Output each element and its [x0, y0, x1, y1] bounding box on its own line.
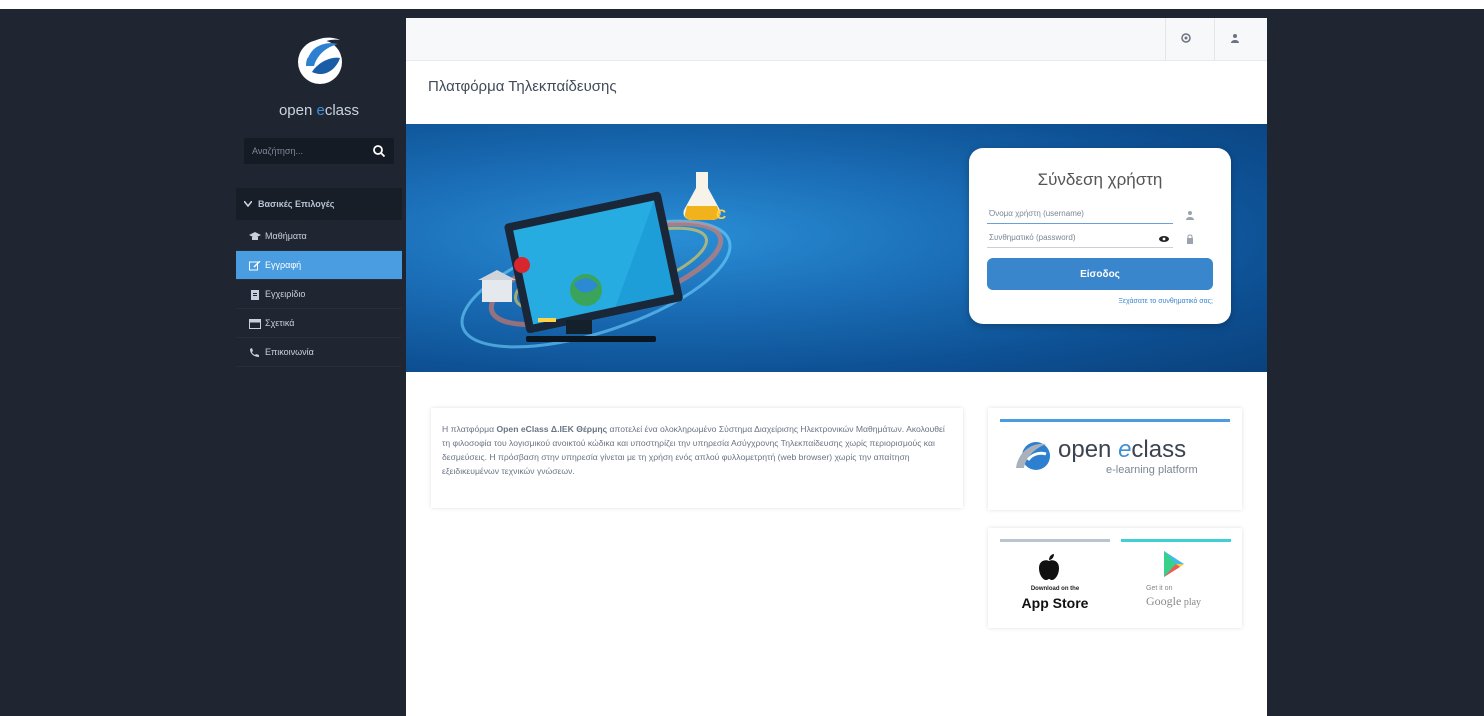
- sidebar: open eclass Βασικές Επιλογές Μαθήματα Εγ…: [236, 18, 402, 708]
- menu-section-title: Βασικές Επιλογές: [258, 199, 335, 209]
- phone-icon: [250, 347, 259, 357]
- google-play-text: Google play: [1146, 594, 1202, 608]
- sidebar-item-contact[interactable]: Επικοινωνία: [236, 338, 402, 367]
- user-button[interactable]: [1214, 18, 1255, 60]
- sidebar-item-label: Εγγραφή: [265, 260, 302, 270]
- username-field[interactable]: [987, 204, 1173, 224]
- info-text: Η πλατφόρμα Open eClass Δ.ΙΕΚ Θέρμης απο…: [442, 424, 945, 476]
- search-input[interactable]: [244, 138, 368, 164]
- login-button[interactable]: Είσοδος: [987, 258, 1213, 290]
- eclass-logo-icon: [1016, 442, 1050, 470]
- sidebar-item-label: Εγχειρίδιο: [265, 289, 306, 299]
- eye-icon[interactable]: [1159, 234, 1169, 244]
- app-store-small-text: Download on the: [1030, 586, 1080, 592]
- brand-card: open eclass e-learning platform: [988, 408, 1242, 510]
- search-box: [244, 138, 394, 164]
- logo[interactable]: open eclass: [236, 28, 402, 128]
- apple-accent-bar: [1000, 539, 1110, 542]
- sidebar-item-about[interactable]: Σχετικά: [236, 309, 402, 338]
- forgot-password-link[interactable]: Ξεχάσατε το συνθηματικό σας;: [1118, 298, 1213, 305]
- google-play-icon: [1164, 551, 1184, 577]
- apple-icon: [1039, 554, 1059, 580]
- app-store-text: App Store: [1021, 595, 1089, 611]
- elearning-illustration: C: [460, 172, 732, 349]
- user-icon: [1231, 34, 1239, 43]
- chevron-down-icon: [243, 188, 253, 220]
- lock-icon: [1187, 234, 1193, 244]
- brand-name: open eclass: [1058, 436, 1187, 463]
- sidebar-item-label: Σχετικά: [265, 318, 295, 328]
- app-stores-card: Download on the App Store Get it on Goog…: [988, 528, 1242, 628]
- top-toolbar: [406, 18, 1267, 61]
- sidebar-item-label: Επικοινωνία: [265, 347, 314, 357]
- logo-text: open eclass: [278, 102, 360, 119]
- top-strip: [0, 0, 1484, 9]
- manual-icon: [251, 289, 259, 300]
- brand-accent-bar: [1000, 419, 1230, 422]
- sidebar-item-register[interactable]: Εγγραφή: [236, 251, 402, 280]
- brand-tagline: e-learning platform: [1106, 464, 1198, 476]
- courses-icon: [249, 231, 261, 240]
- eclass-logo-icon: [298, 37, 342, 84]
- password-field[interactable]: [987, 228, 1173, 248]
- sidebar-item-label: Μαθήματα: [265, 231, 307, 241]
- main-panel: Πλατφόρμα Τηλεκπαίδευσης C Σύνδεση χρήστ…: [406, 18, 1267, 716]
- globe-icon: [1181, 33, 1191, 43]
- info-card: Η πλατφόρμα Open eClass Δ.ΙΕΚ Θέρμης απο…: [431, 408, 963, 508]
- about-icon: [249, 318, 261, 329]
- menu-section-header[interactable]: Βασικές Επιλογές: [236, 188, 402, 220]
- sidebar-item-courses[interactable]: Μαθήματα: [236, 222, 402, 251]
- login-title: Σύνδεση χρήστη: [1037, 170, 1163, 189]
- google-accent-bar: [1121, 539, 1231, 542]
- sidebar-menu: Μαθήματα Εγγραφή Εγχειρίδιο Σχετικά Επικ…: [236, 222, 402, 367]
- search-icon[interactable]: [372, 144, 386, 158]
- hero-banner: C Σύνδεση χρήστη Είσοδος Ξεχάσατε το συν…: [406, 124, 1267, 372]
- page-title: Πλατφόρμα Τηλεκπαίδευσης: [428, 78, 617, 95]
- edit-icon: [249, 260, 261, 271]
- sidebar-item-manual[interactable]: Εγχειρίδιο: [236, 280, 402, 309]
- user-icon: [1186, 211, 1194, 220]
- language-button[interactable]: [1165, 18, 1206, 60]
- google-play-small-text: Get it on: [1146, 585, 1173, 592]
- svg-text:C: C: [716, 206, 726, 222]
- login-card: Σύνδεση χρήστη Είσοδος Ξεχάσατε το συνθη…: [969, 148, 1231, 324]
